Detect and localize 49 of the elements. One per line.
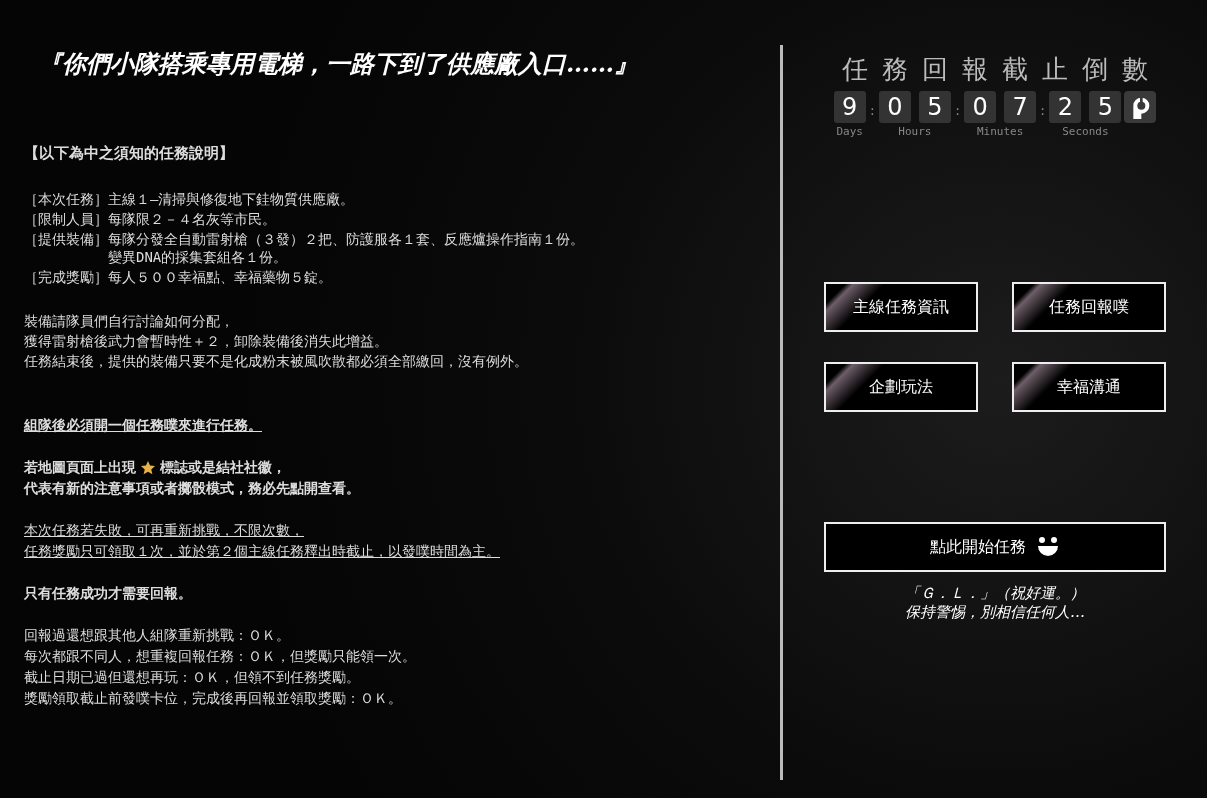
notice-text: 標誌或是結社社徽， (160, 458, 286, 477)
section-title: 【以下為中之須知的任務說明】 (24, 144, 235, 163)
countdown-digit: 9 (833, 91, 866, 123)
item-text: 變異DNA的採集套組各１份。 (108, 249, 288, 267)
notice-text: 若地圖頁面上出現 (24, 458, 136, 477)
countdown-digit: 0 (878, 91, 911, 123)
countdown-digit: 0 (964, 91, 997, 123)
rule-text: 回報過還想跟其他人組隊重新挑戰：ＯＫ。 (24, 626, 290, 645)
note-text: 任務結束後，提供的裝備只要不是化成粉末被風吹散都必須全部繳回，沒有例外。 (24, 352, 528, 371)
menu-button[interactable]: 企劃玩法 (824, 362, 978, 412)
unit-label: Hours (898, 125, 932, 138)
rule-text: 任務獎勵只可領取１次，並於第２個主線任務釋出時截止，以發噗時間為主。 (24, 542, 500, 561)
countdown-digit: 2 (1049, 91, 1082, 123)
unit-label: Days (836, 125, 863, 138)
star-icon (140, 459, 156, 476)
rule-text: 截止日期已過但還想再玩：ＯＫ，但領不到任務獎勵。 (24, 668, 360, 687)
time-separator: : (953, 103, 962, 120)
start-button[interactable]: 點此開始任務 (824, 522, 1166, 572)
menu-button[interactable]: 主線任務資訊 (824, 282, 978, 332)
note-text: 獲得雷射槍後武力會暫時性＋２，卸除裝備後消失此增益。 (24, 332, 388, 351)
rule-text: 每次都跟不同人，想重複回報任務：ＯＫ，但獎勵只能領一次。 (24, 647, 416, 666)
heading: 『你們小隊搭乘專用電梯，一路下到了供應廠入口……』 (38, 48, 639, 80)
smile-icon (1036, 537, 1060, 557)
countdown-digit: 5 (1089, 91, 1122, 123)
menu-button[interactable]: 幸福溝通 (1012, 362, 1166, 412)
footer-text: 「Ｇ．Ｌ．」（祝好運。） (905, 584, 1085, 603)
time-separator: : (1039, 103, 1047, 120)
footer-text: 保持警惕，別相信任何人… (905, 603, 1085, 622)
rule-text: 組隊後必須開一個任務噗來進行任務。 (24, 416, 262, 435)
item-text: 每隊分發全自動雷射槍（３發）２把、防護服各１套、反應爐操作指南１份。 (108, 231, 584, 249)
countdown-title: 任務回報截止倒數 (842, 53, 1148, 86)
rule-text: 獎勵領取截止前發噗卡位，完成後再回報並領取獎勵：ＯＫ。 (24, 689, 402, 708)
item-label: ［完成獎勵］ (24, 269, 108, 287)
item-label: ［限制人員］ (24, 211, 108, 229)
item-text: 每隊限２－４名灰等市民。 (108, 211, 276, 229)
item-text: 主線１—清掃與修復地下銈物質供應廠。 (108, 191, 355, 209)
item-text: 每人５００幸福點、幸福藥物５錠。 (108, 269, 332, 287)
countdown-digit: 7 (1004, 91, 1037, 123)
notice-text: 代表有新的注意事項或者擲骰模式，務必先點開查看。 (24, 479, 360, 498)
item-label: ［提供裝備］ (24, 231, 108, 249)
menu-button[interactable]: 任務回報噗 (1012, 282, 1166, 332)
item-label: ［本次任務］ (24, 191, 108, 209)
note-text: 裝備請隊員們自行討論如何分配， (24, 312, 234, 331)
rule-text: 只有任務成功才需要回報。 (24, 584, 192, 603)
time-separator: : (868, 103, 876, 120)
unit-label: Minutes (976, 125, 1024, 138)
rule-text: 本次任務若失敗，可再重新挑戰，不限次數， (24, 521, 304, 540)
countdown-digit: 5 (918, 91, 951, 123)
unit-label: Seconds (1062, 125, 1109, 138)
